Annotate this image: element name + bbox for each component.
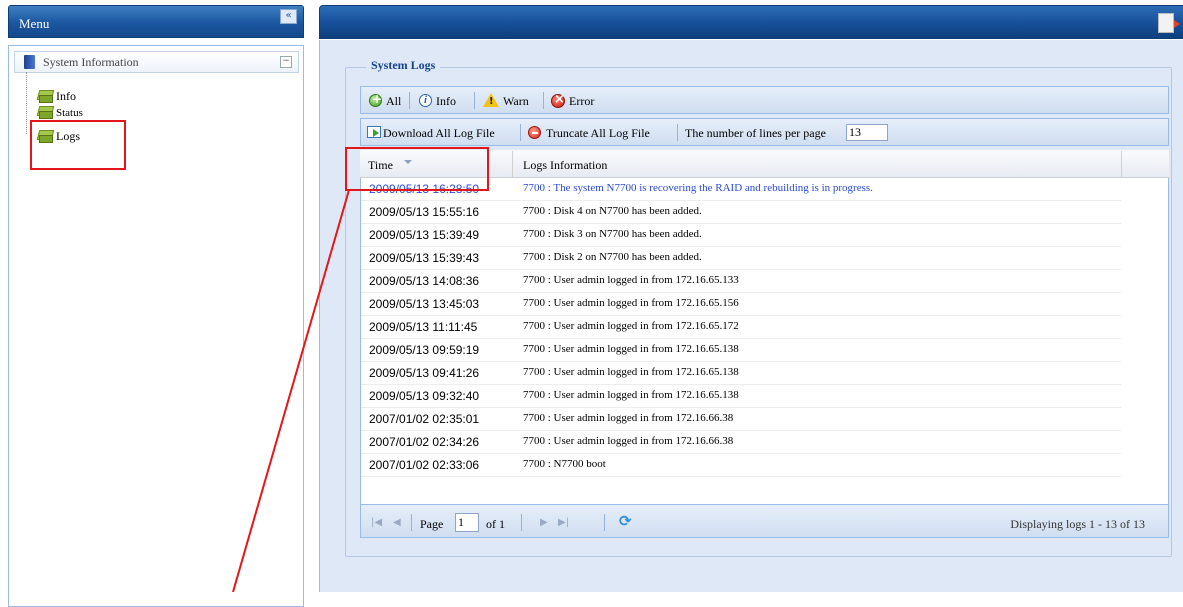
truncate-icon xyxy=(528,126,541,139)
column-header-logs-information[interactable]: Logs Information xyxy=(523,158,607,173)
table-row[interactable]: 2009/05/13 09:59:19 7700 : User admin log… xyxy=(361,339,1121,362)
table-row[interactable]: 2009/05/13 09:32:40 7700 : User admin log… xyxy=(361,385,1121,408)
filter-info-label: Info xyxy=(436,94,456,108)
filter-warn-button[interactable]: ! Warn xyxy=(483,93,538,109)
table-row[interactable]: 2009/05/13 09:41:26 7700 : User admin log… xyxy=(361,362,1121,385)
cell-logs-information: 7700 : User admin logged in from 172.16.… xyxy=(523,389,739,401)
tree-root-system-information[interactable]: System Information − xyxy=(14,51,299,73)
cell-time: 2009/05/13 15:39:43 xyxy=(369,251,480,265)
logs-highlight-box xyxy=(30,120,126,170)
warning-icon-mark: ! xyxy=(489,96,494,107)
cell-logs-information: 7700 : User admin logged in from 172.16.… xyxy=(523,366,739,378)
table-row[interactable]: 2009/05/13 15:55:16 7700 : Disk 4 on N770… xyxy=(361,201,1121,224)
download-all-log-button[interactable]: Download All Log File xyxy=(367,125,517,141)
cell-time: 2009/05/13 09:59:19 xyxy=(369,343,480,357)
table-row[interactable]: 2007/01/02 02:35:01 7700 : User admin log… xyxy=(361,408,1121,431)
paging-separator xyxy=(411,514,412,531)
sidebar-item-label: Info xyxy=(56,89,76,103)
system-logs-legend: System Logs xyxy=(366,58,441,73)
cell-time: 2009/05/13 11:11:45 xyxy=(369,320,478,334)
filter-all-button[interactable]: All xyxy=(369,92,403,109)
cell-time: 2007/01/02 02:34:26 xyxy=(369,435,480,449)
first-page-icon[interactable]: |◀ xyxy=(371,517,382,528)
cell-time: 2007/01/02 02:33:06 xyxy=(369,458,480,472)
toolbar-separator xyxy=(677,124,678,141)
refresh-icon[interactable]: ⟳ xyxy=(619,512,632,530)
filter-warn-label: Warn xyxy=(503,94,529,108)
table-row[interactable]: 2007/01/02 02:34:26 7700 : User admin log… xyxy=(361,431,1121,454)
table-row[interactable]: 2009/05/13 13:45:03 7700 : User admin log… xyxy=(361,293,1121,316)
table-row[interactable]: 2009/05/13 14:08:36 7700 : User admin log… xyxy=(361,270,1121,293)
lines-per-page-input[interactable] xyxy=(846,124,888,141)
grid-scroll-area xyxy=(1122,178,1168,503)
system-info-icon xyxy=(24,55,35,69)
tree-leaf-icon xyxy=(37,90,53,103)
filter-toolbar: All Info ! Warn Error xyxy=(360,86,1169,114)
filter-info-button[interactable]: Info xyxy=(419,93,469,109)
collapse-node-icon[interactable]: − xyxy=(280,56,292,68)
cell-logs-information: 7700 : User admin logged in from 172.16.… xyxy=(523,297,739,309)
action-toolbar: Download All Log File Truncate All Log F… xyxy=(360,118,1169,146)
page-label: Page xyxy=(420,517,444,531)
cell-logs-information: 7700 : User admin logged in from 172.16.… xyxy=(523,274,739,286)
cell-time: 2009/05/13 09:32:40 xyxy=(369,389,480,403)
add-icon xyxy=(369,92,382,107)
cell-time: 2009/05/13 15:39:49 xyxy=(369,228,480,242)
collapse-icon[interactable]: « xyxy=(280,9,297,24)
cell-time: 2009/05/13 13:45:03 xyxy=(369,297,480,311)
download-icon xyxy=(367,126,381,138)
column-separator[interactable] xyxy=(512,151,513,177)
menu-header: Menu « xyxy=(8,5,304,38)
toolbar-separator xyxy=(520,124,521,141)
page-number-input[interactable] xyxy=(455,513,479,532)
displaying-count: Displaying logs 1 - 13 of 13 xyxy=(1010,517,1145,531)
toolbar-separator xyxy=(474,92,475,109)
last-page-icon[interactable]: ▶| xyxy=(558,517,569,528)
filter-error-button[interactable]: Error xyxy=(551,92,611,109)
column-separator[interactable] xyxy=(1121,151,1122,177)
cell-logs-information: 7700 : User admin logged in from 172.16.… xyxy=(523,435,734,447)
cell-logs-information: 7700 : User admin logged in from 172.16.… xyxy=(523,320,739,332)
cell-logs-information: 7700 : Disk 2 on N7700 has been added. xyxy=(523,251,702,263)
cell-logs-information: 7700 : Disk 3 on N7700 has been added. xyxy=(523,228,702,240)
download-label: Download All Log File xyxy=(383,126,495,140)
prev-page-icon[interactable]: ◀ xyxy=(393,517,401,528)
lines-per-page-label: The number of lines per page xyxy=(685,126,826,140)
toolbar-separator xyxy=(409,92,410,109)
tree-root-label: System Information xyxy=(43,55,139,69)
cell-logs-information: 7700 : User admin logged in from 172.16.… xyxy=(523,412,734,424)
cell-time: 2009/05/13 14:08:36 xyxy=(369,274,480,288)
info-icon xyxy=(419,94,432,107)
error-icon xyxy=(551,92,565,108)
time-column-highlight-box xyxy=(345,147,489,191)
main-header xyxy=(319,5,1183,39)
tree-connector xyxy=(26,72,27,134)
table-row[interactable]: 2007/01/02 02:33:06 7700 : N7700 boot xyxy=(361,454,1121,477)
paging-separator xyxy=(604,514,605,531)
cell-logs-information: 7700 : N7700 boot xyxy=(523,458,606,470)
table-row[interactable]: 2009/05/13 15:39:43 7700 : Disk 2 on N770… xyxy=(361,247,1121,270)
cell-time: 2007/01/02 02:35:01 xyxy=(369,412,480,426)
toolbar-separator xyxy=(543,92,544,109)
table-row[interactable]: 2009/05/13 15:39:49 7700 : Disk 3 on N770… xyxy=(361,224,1121,247)
cell-time: 2009/05/13 09:41:26 xyxy=(369,366,480,380)
cell-logs-information: 7700 : The system N7700 is recovering th… xyxy=(523,182,873,194)
filter-error-label: Error xyxy=(569,94,595,108)
menu-panel: Menu « System Information − Info Status … xyxy=(8,5,304,607)
paging-separator xyxy=(521,514,522,531)
next-page-icon[interactable]: ▶ xyxy=(540,517,548,528)
tree-leaf-icon xyxy=(37,106,53,119)
truncate-all-log-button[interactable]: Truncate All Log File xyxy=(528,125,668,141)
cell-logs-information: 7700 : User admin logged in from 172.16.… xyxy=(523,343,739,355)
cell-logs-information: 7700 : Disk 4 on N7700 has been added. xyxy=(523,205,702,217)
page-of-label: of 1 xyxy=(486,517,505,531)
truncate-label: Truncate All Log File xyxy=(546,126,650,140)
table-row[interactable]: 2009/05/13 11:11:45 7700 : User admin log… xyxy=(361,316,1121,339)
cell-time: 2009/05/13 15:55:16 xyxy=(369,205,480,219)
sidebar-item-label: Status xyxy=(56,107,83,119)
lines-per-page-label-wrap: The number of lines per page xyxy=(685,125,845,141)
logout-icon[interactable] xyxy=(1158,13,1180,33)
filter-all-label: All xyxy=(386,94,402,108)
menu-title: Menu xyxy=(19,16,50,31)
